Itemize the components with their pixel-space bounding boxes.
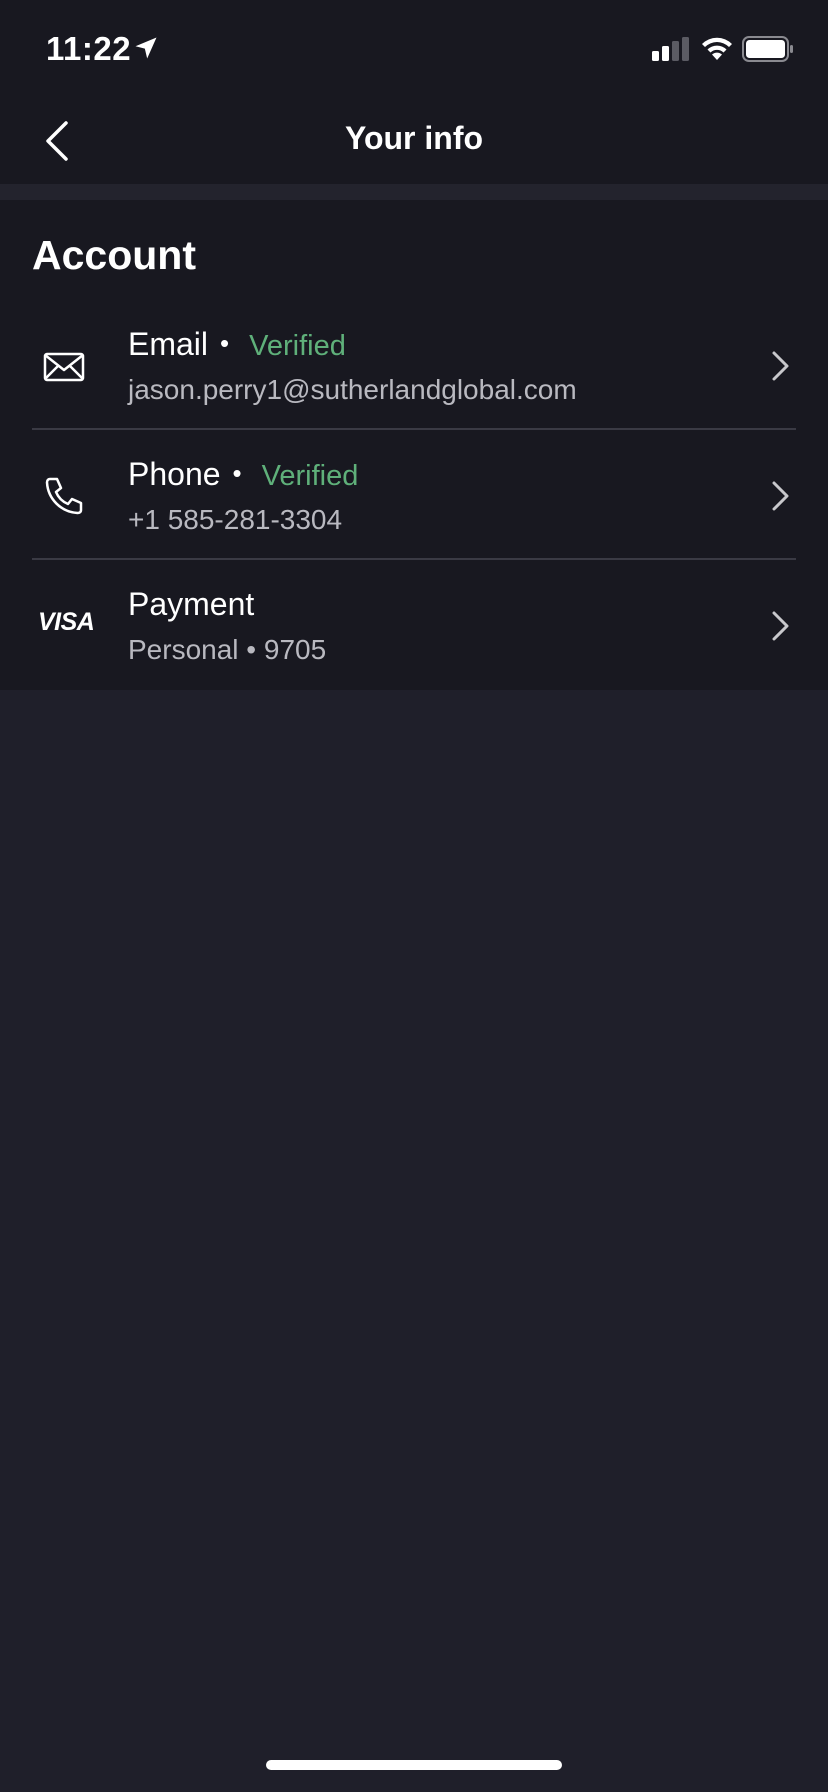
phone-icon bbox=[45, 477, 83, 515]
phone-verified-badge: Verified bbox=[261, 460, 359, 492]
payment-value: Personal • 9705 bbox=[128, 634, 327, 665]
email-label: Email bbox=[128, 326, 209, 362]
status-time: 11:22 bbox=[46, 30, 132, 67]
email-verified-badge: Verified bbox=[249, 330, 346, 362]
payment-row[interactable]: VISA Payment Personal • 9705 bbox=[0, 560, 828, 690]
phone-value: +1 585-281-3304 bbox=[128, 504, 343, 535]
nav-bar: Your info bbox=[0, 100, 828, 184]
wifi-icon bbox=[702, 37, 732, 60]
header-divider bbox=[0, 184, 828, 200]
page-title: Your info bbox=[344, 120, 484, 156]
separator-dot: • bbox=[232, 458, 242, 488]
phone-row[interactable]: Phone • Verified +1 585-281-3304 bbox=[0, 430, 828, 560]
chevron-right-icon bbox=[772, 611, 789, 641]
envelope-icon bbox=[43, 352, 85, 382]
battery-icon bbox=[742, 36, 793, 62]
your-info-screen: 11:22 Your info Account Email • Verified… bbox=[0, 0, 828, 1792]
phone-label: Phone bbox=[128, 456, 221, 492]
chevron-right-icon bbox=[772, 481, 789, 511]
visa-icon: VISA bbox=[38, 608, 95, 636]
chevron-right-icon bbox=[772, 351, 789, 381]
email-value: jason.perry1@sutherlandglobal.com bbox=[128, 374, 577, 405]
signal-icon bbox=[652, 37, 689, 61]
email-row[interactable]: Email • Verified jason.perry1@sutherlandgl… bbox=[0, 300, 828, 430]
payment-label: Payment bbox=[128, 586, 255, 622]
separator-dot: • bbox=[220, 328, 230, 358]
section-title: Account bbox=[32, 232, 196, 278]
account-section: Account Email • Verified jason.perry1@suth… bbox=[0, 200, 828, 690]
payment-title-line: Payment bbox=[128, 586, 254, 623]
home-indicator[interactable] bbox=[266, 1760, 562, 1770]
status-bar: 11:22 bbox=[0, 0, 828, 100]
phone-title-line: Phone • Verified bbox=[128, 456, 358, 493]
location-arrow-icon bbox=[135, 37, 157, 59]
email-title-line: Email • Verified bbox=[128, 326, 346, 363]
